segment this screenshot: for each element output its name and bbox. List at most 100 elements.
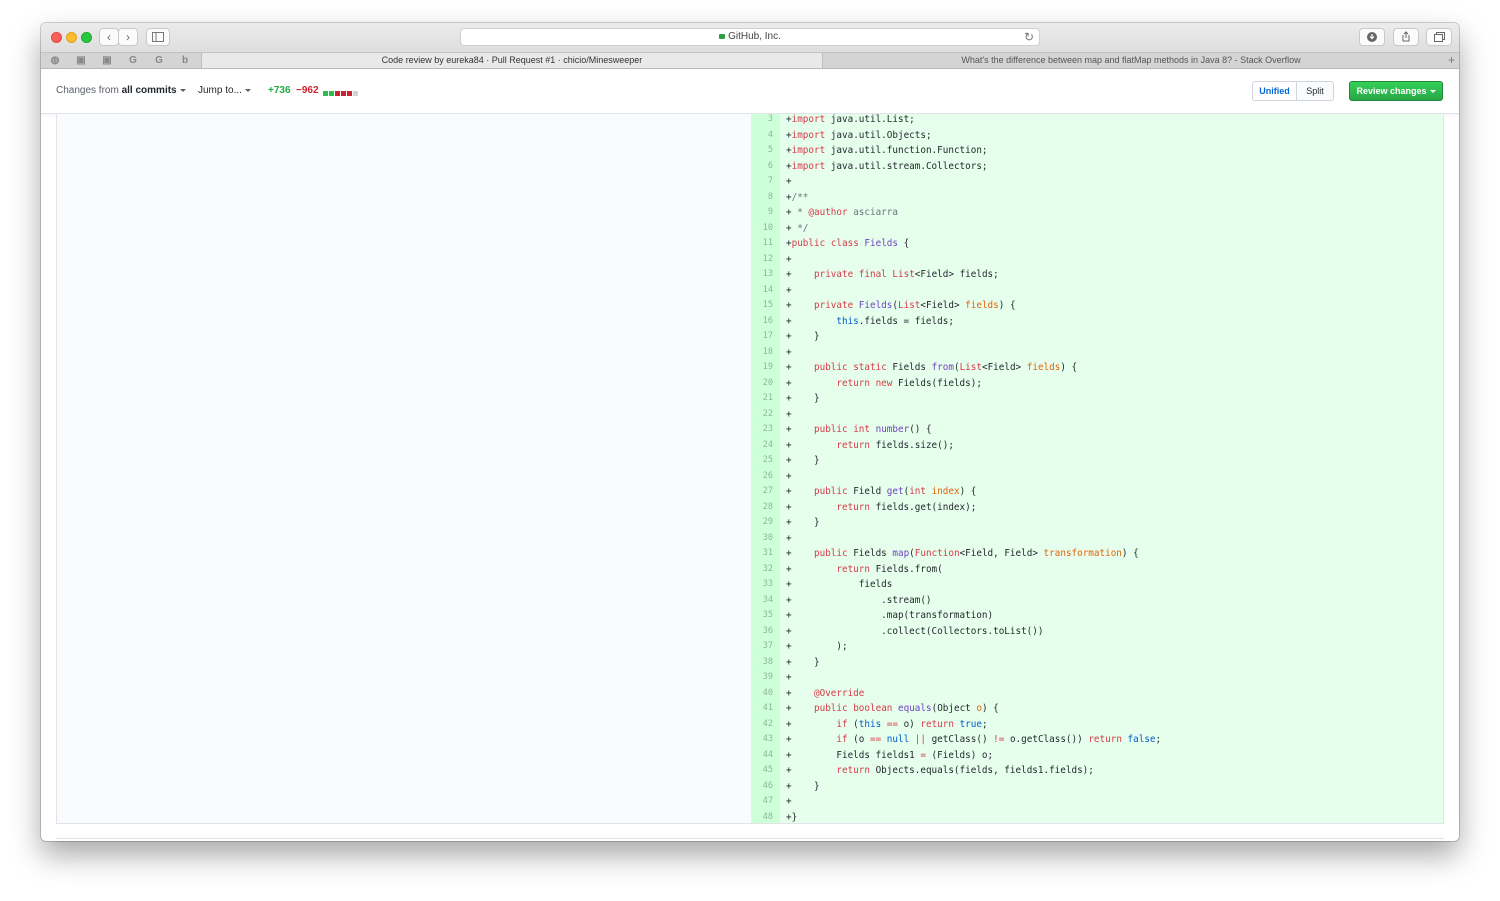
- line-number[interactable]: 40: [751, 686, 773, 702]
- line-number[interactable]: 18: [751, 345, 773, 361]
- share-button[interactable]: [1393, 28, 1419, 46]
- line-number[interactable]: 35: [751, 608, 773, 624]
- line-number[interactable]: 42: [751, 717, 773, 733]
- code-text: + }: [786, 393, 820, 404]
- sidebar-toggle-button[interactable]: [146, 28, 170, 46]
- diff-line: 23 + public int number() {: [57, 422, 1443, 438]
- line-number[interactable]: 21: [751, 391, 773, 407]
- line-number[interactable]: 31: [751, 546, 773, 562]
- downloads-button[interactable]: [1359, 28, 1385, 46]
- review-label: Review changes: [1356, 86, 1427, 96]
- tab-stack-overflow[interactable]: What's the difference between map and fl…: [821, 53, 1441, 68]
- tabs-overview-button[interactable]: [1426, 28, 1452, 46]
- line-number[interactable]: 20: [751, 376, 773, 392]
- line-number[interactable]: 45: [751, 763, 773, 779]
- line-number[interactable]: 22: [751, 407, 773, 423]
- back-button[interactable]: ‹: [99, 28, 119, 46]
- line-number[interactable]: 7: [751, 174, 773, 190]
- new-tab-button[interactable]: +: [1448, 53, 1455, 68]
- code-text: + public int number() {: [786, 424, 932, 435]
- code-text: + Fields fields1 = (Fields) o;: [786, 749, 994, 761]
- line-number[interactable]: 39: [751, 670, 773, 686]
- line-number[interactable]: 11: [751, 236, 773, 252]
- code-text: +: [786, 253, 792, 265]
- close-window-button[interactable]: [51, 32, 62, 43]
- review-changes-button[interactable]: Review changes: [1349, 81, 1443, 101]
- square-icon: ▣: [102, 55, 112, 66]
- line-number[interactable]: 6: [751, 159, 773, 175]
- line-number[interactable]: 25: [751, 453, 773, 469]
- line-number[interactable]: 33: [751, 577, 773, 593]
- title-bar: ‹ › GitHub, Inc. ↻: [41, 23, 1459, 52]
- diff-line: 45 + return Objects.equals(fields, fields…: [57, 763, 1443, 779]
- diff-line: 38 + }: [57, 655, 1443, 671]
- line-number[interactable]: 27: [751, 484, 773, 500]
- line-number[interactable]: 41: [751, 701, 773, 717]
- line-number[interactable]: 37: [751, 639, 773, 655]
- line-number[interactable]: 44: [751, 748, 773, 764]
- code-text: + if (o == null || getClass() != o.getCl…: [786, 734, 1162, 745]
- line-number[interactable]: 43: [751, 732, 773, 748]
- diff-line: 15 + private Fields(List<Field> fields) {: [57, 298, 1443, 314]
- line-number[interactable]: 13: [751, 267, 773, 283]
- line-number[interactable]: 38: [751, 655, 773, 671]
- google-icon: G: [129, 55, 137, 66]
- line-number[interactable]: 17: [751, 329, 773, 345]
- line-number[interactable]: 29: [751, 515, 773, 531]
- line-number[interactable]: 28: [751, 500, 773, 516]
- diff-line: 33 + fields: [57, 577, 1443, 593]
- code-text: +}: [786, 811, 798, 823]
- line-number[interactable]: 26: [751, 469, 773, 485]
- unified-view-button[interactable]: Unified: [1252, 81, 1297, 101]
- address-bar[interactable]: GitHub, Inc. ↻: [460, 28, 1040, 46]
- zoom-window-button[interactable]: [81, 32, 92, 43]
- line-number[interactable]: 10: [751, 221, 773, 237]
- line-number[interactable]: 14: [751, 283, 773, 299]
- line-number[interactable]: 34: [751, 593, 773, 609]
- line-number[interactable]: 24: [751, 438, 773, 454]
- diffstat-bar: [323, 88, 359, 99]
- minimize-window-button[interactable]: [66, 32, 77, 43]
- line-number[interactable]: 46: [751, 779, 773, 795]
- reload-icon[interactable]: ↻: [1024, 29, 1034, 45]
- line-number[interactable]: 5: [751, 143, 773, 159]
- line-number[interactable]: 16: [751, 314, 773, 330]
- pinned-tab-google-1[interactable]: G: [121, 54, 145, 68]
- pinned-tab-google-2[interactable]: G: [147, 54, 171, 68]
- line-number[interactable]: 4: [751, 128, 773, 144]
- line-number[interactable]: 19: [751, 360, 773, 376]
- changes-from-selector[interactable]: Changes from all commits: [56, 85, 186, 96]
- code-text: + fields: [786, 579, 893, 590]
- split-view-button[interactable]: Split: [1296, 81, 1334, 101]
- diff-line: 30 +: [57, 531, 1443, 547]
- pinned-tab-github[interactable]: ◍: [43, 54, 67, 68]
- line-number[interactable]: 47: [751, 794, 773, 810]
- diff-line: 47 +: [57, 794, 1443, 810]
- line-number[interactable]: 9: [751, 205, 773, 221]
- line-number[interactable]: 3: [751, 112, 773, 128]
- line-number[interactable]: 48: [751, 810, 773, 826]
- code-text: + }: [786, 455, 820, 466]
- pinned-tab-bing[interactable]: b: [173, 54, 197, 68]
- tab-pull-request[interactable]: Code review by eureka84 · Pull Request #…: [201, 53, 823, 68]
- line-number[interactable]: 15: [751, 298, 773, 314]
- pinned-tab-3[interactable]: ▣: [95, 54, 119, 68]
- split-diff-view: 3 +import java.util.List; 4 +import java.ut…: [56, 114, 1444, 824]
- line-number[interactable]: 8: [751, 190, 773, 206]
- forward-button[interactable]: ›: [118, 28, 138, 46]
- diff-line: 6 +import java.util.stream.Collectors;: [57, 159, 1443, 175]
- diffstat-block: [323, 91, 328, 96]
- line-number[interactable]: 32: [751, 562, 773, 578]
- line-number[interactable]: 12: [751, 252, 773, 268]
- code-text: + }: [786, 331, 820, 342]
- pinned-tab-2[interactable]: ▣: [69, 54, 93, 68]
- code-text: + .collect(Collectors.toList()): [786, 625, 1044, 637]
- diff-line: 48 +}: [57, 810, 1443, 826]
- line-number[interactable]: 23: [751, 422, 773, 438]
- line-number[interactable]: 36: [751, 624, 773, 640]
- code-text: +public class Fields {: [786, 238, 910, 249]
- jump-to-menu[interactable]: Jump to...: [198, 85, 251, 96]
- code-text: + if (this == o) return true;: [786, 718, 988, 730]
- diff-line: 29 + }: [57, 515, 1443, 531]
- line-number[interactable]: 30: [751, 531, 773, 547]
